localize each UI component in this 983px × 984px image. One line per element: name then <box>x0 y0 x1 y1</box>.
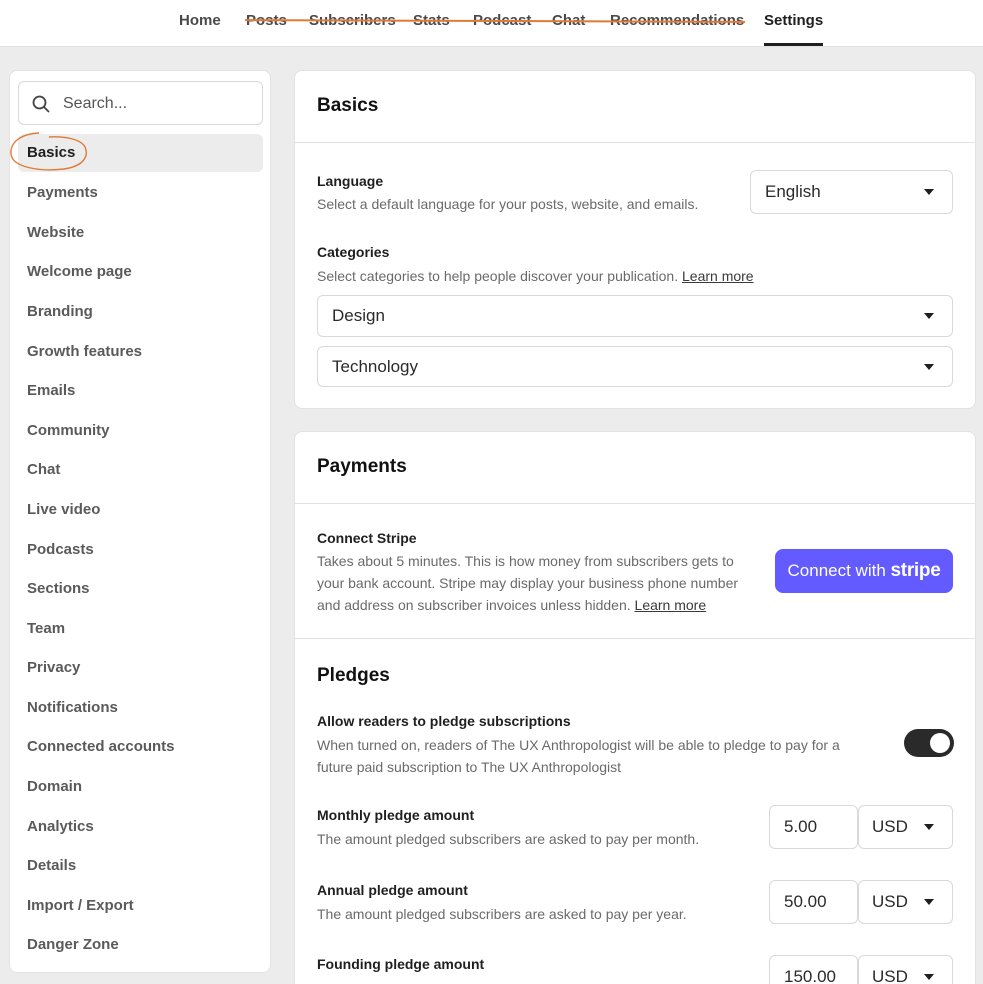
tab-home[interactable]: Home <box>179 12 221 29</box>
annual-pledge-input[interactable]: 50.00 <box>769 880 858 924</box>
search-input[interactable] <box>63 92 253 116</box>
sidebar-item-community[interactable]: Community <box>18 412 263 450</box>
sidebar-item-branding[interactable]: Branding <box>18 293 263 331</box>
basics-title: Basics <box>295 71 975 143</box>
tab-settings[interactable]: Settings <box>764 12 824 46</box>
section-divider <box>295 638 975 639</box>
stripe-desc-line-3: and address on subscriber invoices unles… <box>317 594 738 616</box>
sidebar-item-team[interactable]: Team <box>18 610 263 648</box>
chevron-down-icon <box>924 189 934 195</box>
monthly-pledge-description: The amount pledged subscribers are asked… <box>317 831 700 847</box>
sidebar-item-welcome-page[interactable]: Welcome page <box>18 253 263 291</box>
category-1-value: Design <box>332 306 385 325</box>
chevron-down-icon <box>924 364 934 370</box>
sidebar-item-live-video[interactable]: Live video <box>18 491 263 529</box>
stripe-desc-line-3-text: and address on subscriber invoices unles… <box>317 597 631 613</box>
pledges-title: Pledges <box>317 665 390 686</box>
language-description: Select a default language for your posts… <box>317 196 699 212</box>
search-box[interactable] <box>18 81 263 125</box>
sidebar-item-import-export[interactable]: Import / Export <box>18 887 263 925</box>
pledge-toggle-label: Allow readers to pledge subscriptions <box>317 713 571 729</box>
pledge-desc-line-1: When turned on, readers of The UX Anthro… <box>317 737 840 753</box>
sidebar-item-chat[interactable]: Chat <box>18 451 263 489</box>
pledge-desc-line-2: future paid subscription to The UX Anthr… <box>317 759 622 775</box>
chevron-down-icon <box>924 974 934 980</box>
sidebar-item-basics[interactable]: Basics <box>18 134 263 172</box>
basics-card: Basics Language Select a default languag… <box>294 70 976 409</box>
categories-description: Select categories to help people discove… <box>317 265 754 287</box>
founding-pledge-label: Founding pledge amount <box>317 956 485 972</box>
sidebar-item-podcasts[interactable]: Podcasts <box>18 531 263 569</box>
sidebar-item-sections[interactable]: Sections <box>18 570 263 608</box>
sidebar-item-payments[interactable]: Payments <box>18 174 263 212</box>
categories-description-text: Select categories to help people discove… <box>317 268 679 284</box>
annual-pledge-description: The amount pledged subscribers are asked… <box>317 906 687 922</box>
connect-stripe-description: Takes about 5 minutes. This is how money… <box>317 550 738 616</box>
sidebar-item-website[interactable]: Website <box>18 214 263 252</box>
connect-stripe-label: Connect Stripe <box>317 530 417 546</box>
founding-currency-select[interactable]: USD <box>858 955 953 984</box>
language-select-value: English <box>765 182 821 201</box>
annual-pledge-label: Annual pledge amount <box>317 882 468 898</box>
category-select-1[interactable]: Design <box>317 295 953 337</box>
sidebar-item-danger-zone[interactable]: Danger Zone <box>18 926 263 964</box>
toggle-knob <box>930 733 950 753</box>
chevron-down-icon <box>924 313 934 319</box>
connect-stripe-button[interactable]: Connect with stripe <box>775 549 953 593</box>
sidebar-item-details[interactable]: Details <box>18 847 263 885</box>
category-select-2[interactable]: Technology <box>317 346 953 387</box>
annual-currency-select[interactable]: USD <box>858 880 953 924</box>
stripe-desc-line-1: Takes about 5 minutes. This is how money… <box>317 553 734 569</box>
language-select[interactable]: English <box>750 170 953 214</box>
sidebar-item-emails[interactable]: Emails <box>18 372 263 410</box>
payments-card: Payments Connect Stripe Takes about 5 mi… <box>294 431 976 984</box>
monthly-currency-value: USD <box>872 817 908 836</box>
pledge-toggle[interactable] <box>904 729 954 757</box>
monthly-pledge-label: Monthly pledge amount <box>317 807 475 823</box>
sidebar-item-analytics[interactable]: Analytics <box>18 808 263 846</box>
monthly-currency-select[interactable]: USD <box>858 805 953 849</box>
payments-title: Payments <box>295 432 975 504</box>
category-2-value: Technology <box>332 357 419 376</box>
top-navigation: Home Posts Subscribers Stats Podcast Cha… <box>0 0 983 47</box>
founding-pledge-input[interactable]: 150.00 <box>769 955 858 984</box>
sidebar-item-privacy[interactable]: Privacy <box>18 649 263 687</box>
categories-learn-more-link[interactable]: Learn more <box>682 268 754 284</box>
stripe-logo: stripe <box>890 560 941 581</box>
nav-tabs: Home Posts Subscribers Stats Podcast Cha… <box>0 0 983 47</box>
founding-currency-value: USD <box>872 967 908 984</box>
sidebar-item-growth-features[interactable]: Growth features <box>18 333 263 371</box>
stripe-desc-line-2: your bank account. Stripe may display yo… <box>317 575 739 591</box>
search-icon <box>32 95 50 113</box>
categories-label: Categories <box>317 244 390 260</box>
sidebar-item-connected-accounts[interactable]: Connected accounts <box>18 728 263 766</box>
language-label: Language <box>317 173 384 189</box>
chevron-down-icon <box>924 824 934 830</box>
annual-currency-value: USD <box>872 892 908 911</box>
monthly-pledge-input[interactable]: 5.00 <box>769 805 858 849</box>
chevron-down-icon <box>924 899 934 905</box>
stripe-button-text: Connect with <box>787 561 886 580</box>
pledge-toggle-description: When turned on, readers of The UX Anthro… <box>317 734 840 778</box>
sidebar-item-notifications[interactable]: Notifications <box>18 689 263 727</box>
settings-sidebar: Basics Payments Website Welcome page Bra… <box>9 70 271 973</box>
stripe-learn-more-link[interactable]: Learn more <box>635 597 707 613</box>
sidebar-item-domain[interactable]: Domain <box>18 768 263 806</box>
